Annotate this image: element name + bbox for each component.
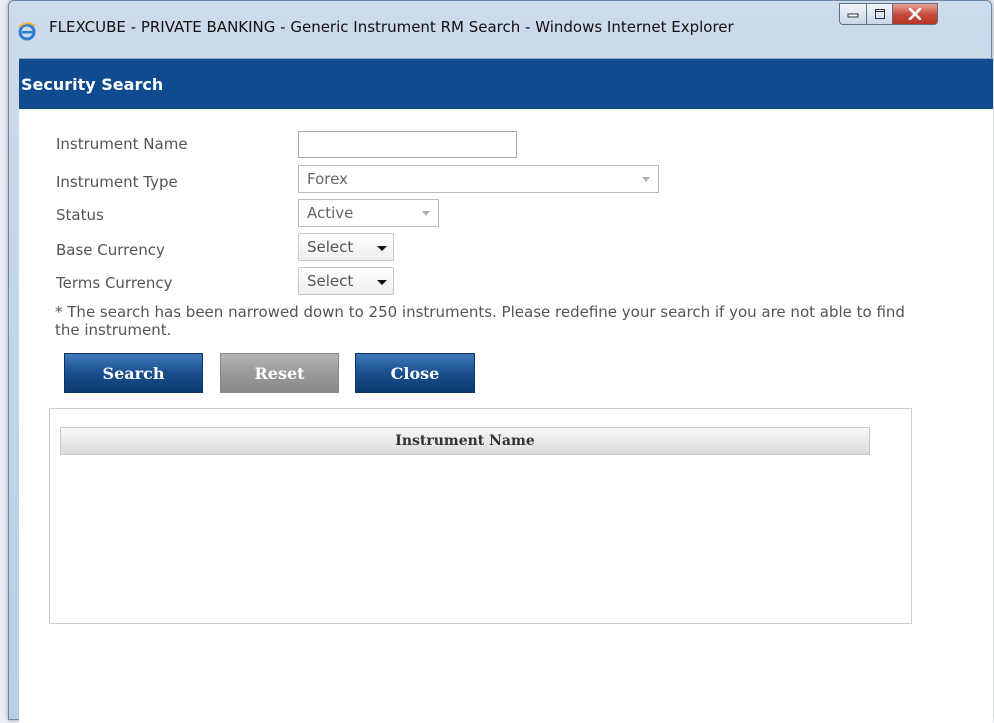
- title-bar: FLEXCUBE - PRIVATE BANKING - Generic Ins…: [9, 1, 991, 55]
- instrument-type-value: Forex: [307, 170, 348, 188]
- chevron-down-icon: [642, 177, 650, 182]
- search-button[interactable]: Search: [64, 353, 203, 393]
- base-currency-select[interactable]: Select: [298, 233, 394, 261]
- column-header-instrument-name[interactable]: Instrument Name: [60, 427, 870, 455]
- window-title: FLEXCUBE - PRIVATE BANKING - Generic Ins…: [49, 18, 734, 36]
- panel-title: Security Search: [19, 59, 993, 109]
- close-window-button[interactable]: [893, 3, 938, 25]
- search-note: * The search has been narrowed down to 2…: [55, 303, 905, 339]
- chevron-down-icon: [422, 211, 430, 216]
- minimize-icon: [847, 13, 859, 18]
- chevron-down-icon: [377, 280, 387, 285]
- browser-window: FLEXCUBE - PRIVATE BANKING - Generic Ins…: [8, 0, 993, 723]
- status-select[interactable]: Active: [298, 199, 439, 227]
- close-button[interactable]: Close: [355, 353, 475, 393]
- terms-currency-value: Select: [307, 272, 354, 290]
- ie-icon: [18, 22, 36, 41]
- results-table: Instrument Name: [49, 408, 912, 624]
- window-controls: [839, 3, 983, 25]
- terms-currency-label: Terms Currency: [56, 274, 173, 292]
- maximize-icon: [874, 9, 885, 19]
- close-icon: [908, 8, 922, 20]
- instrument-name-input[interactable]: [298, 131, 517, 158]
- page-content: Security Search Instrument Name Instrume…: [19, 58, 993, 723]
- instrument-type-label: Instrument Type: [56, 173, 178, 191]
- terms-currency-select[interactable]: Select: [298, 267, 394, 295]
- maximize-button[interactable]: [867, 3, 893, 25]
- instrument-name-label: Instrument Name: [56, 135, 188, 153]
- chevron-down-icon: [377, 246, 387, 251]
- status-value: Active: [307, 204, 354, 222]
- base-currency-label: Base Currency: [56, 241, 165, 259]
- status-label: Status: [56, 206, 104, 224]
- minimize-button[interactable]: [839, 3, 867, 25]
- instrument-type-select[interactable]: Forex: [298, 165, 659, 193]
- base-currency-value: Select: [307, 238, 354, 256]
- reset-button[interactable]: Reset: [220, 353, 339, 393]
